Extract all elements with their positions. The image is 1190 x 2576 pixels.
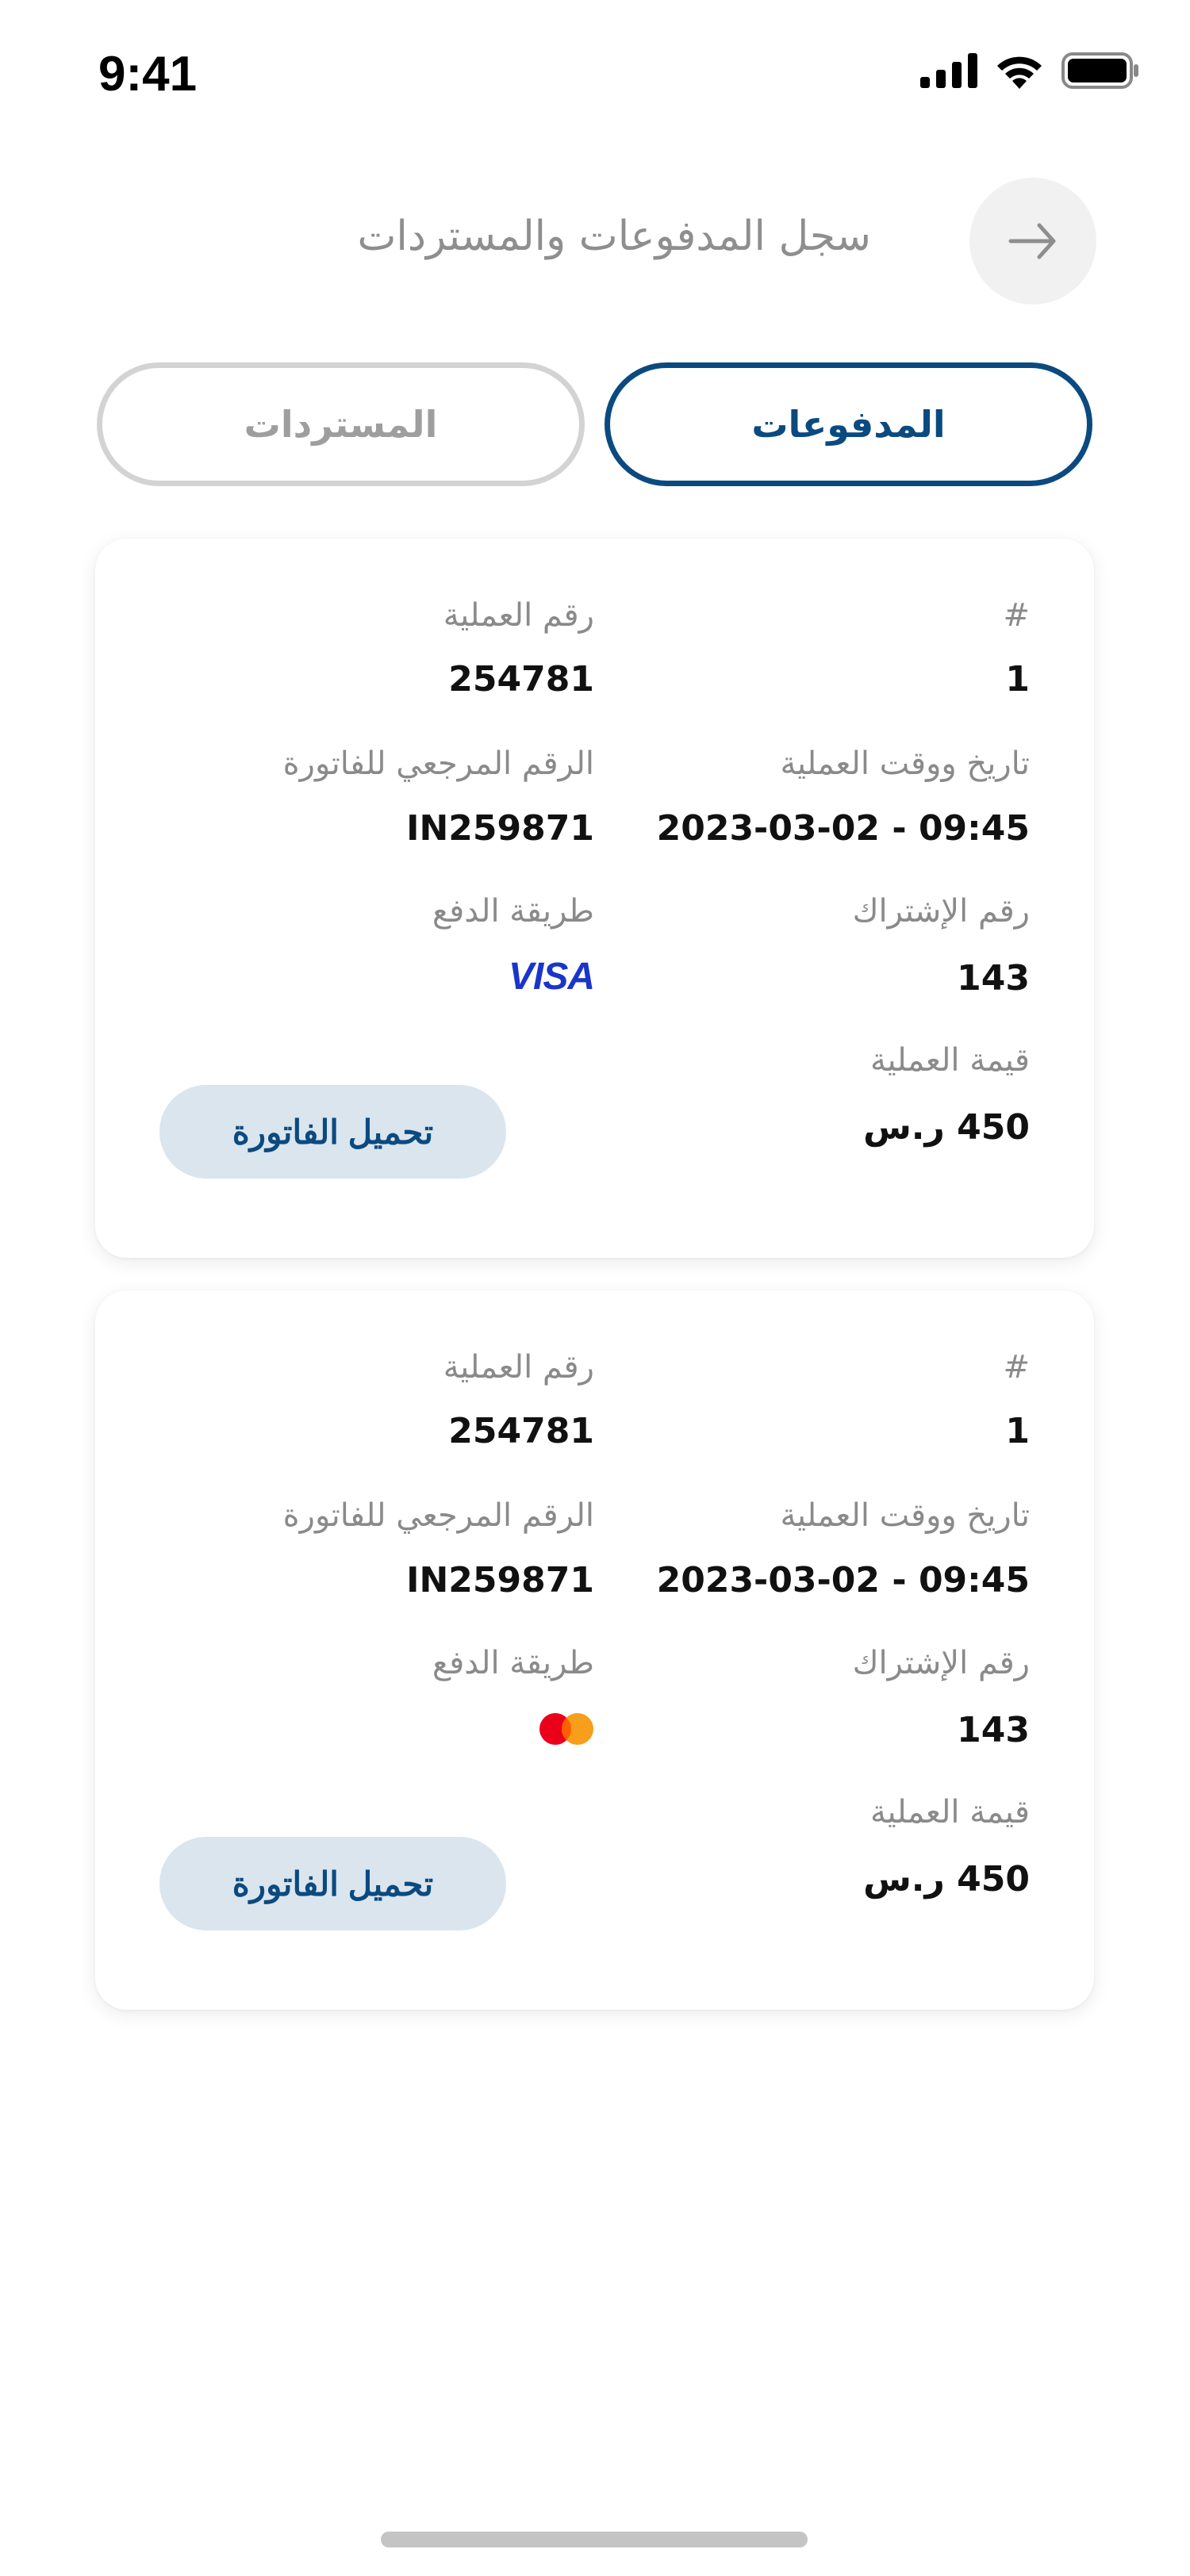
invoice-reference-label: الرقم المرجعي للفاتورة (282, 1497, 594, 1534)
status-time: 9:41 (98, 47, 198, 102)
mastercard-logo (539, 1713, 593, 1745)
payment-method-label: طريقة الدفع (432, 893, 594, 930)
invoice-reference-value: IN259871 (406, 808, 594, 849)
signal-icon (920, 53, 977, 88)
datetime-label: تاريخ ووقت العملية (780, 1497, 1030, 1534)
datetime-label: تاريخ ووقت العملية (780, 746, 1030, 782)
transaction-number-value: 254781 (448, 659, 594, 700)
datetime-value: 2023-03-02 - 09:45 (656, 808, 1030, 849)
download-invoice-button[interactable]: تحميل الفاتورة (159, 1837, 506, 1930)
subscription-value: 143 (957, 1710, 1030, 1750)
amount-value: 450 ر.س (863, 1859, 1030, 1899)
invoice-reference-label: الرقم المرجعي للفاتورة (282, 746, 594, 782)
subscription-label: رقم الإشتراك (852, 1645, 1030, 1681)
invoice-reference-value: IN259871 (406, 1560, 594, 1600)
amount-label: قيمة العملية (870, 1794, 1030, 1830)
payment-card: # 1 رقم العملية 254781 تاريخ ووقت العملي… (95, 1290, 1094, 2010)
transaction-number-value: 254781 (448, 1411, 594, 1451)
payment-method (539, 1712, 594, 1749)
transaction-number-label: رقم العملية (443, 1349, 594, 1386)
page-title: سجل المدفوعات والمستردات (357, 213, 871, 260)
download-invoice-button[interactable]: تحميل الفاتورة (159, 1085, 506, 1179)
index-value: 1 (1005, 1411, 1030, 1451)
payment-method: VISA (508, 955, 595, 999)
index-label: # (1003, 1349, 1030, 1386)
index-label: # (1003, 597, 1030, 634)
back-button[interactable] (969, 178, 1096, 305)
datetime-value: 2023-03-02 - 09:45 (656, 1560, 1030, 1600)
payment-card: # 1 رقم العملية 254781 تاريخ ووقت العملي… (95, 539, 1094, 1258)
subscription-value: 143 (957, 958, 1030, 999)
tab-payments[interactable]: المدفوعات (605, 362, 1092, 486)
battery-icon (1061, 52, 1138, 89)
visa-logo: VISA (508, 956, 595, 998)
home-indicator (381, 2532, 808, 2547)
amount-label: قيمة العملية (870, 1042, 1030, 1079)
amount-value: 450 ر.س (863, 1107, 1030, 1148)
index-value: 1 (1005, 659, 1030, 700)
wifi-icon (997, 56, 1042, 89)
tab-refunds[interactable]: المستردات (97, 362, 585, 486)
status-icons (920, 52, 1139, 89)
payment-method-label: طريقة الدفع (432, 1645, 594, 1681)
transaction-number-label: رقم العملية (443, 597, 594, 634)
subscription-label: رقم الإشتراك (852, 893, 1030, 930)
arrow-right-icon (1008, 223, 1056, 259)
